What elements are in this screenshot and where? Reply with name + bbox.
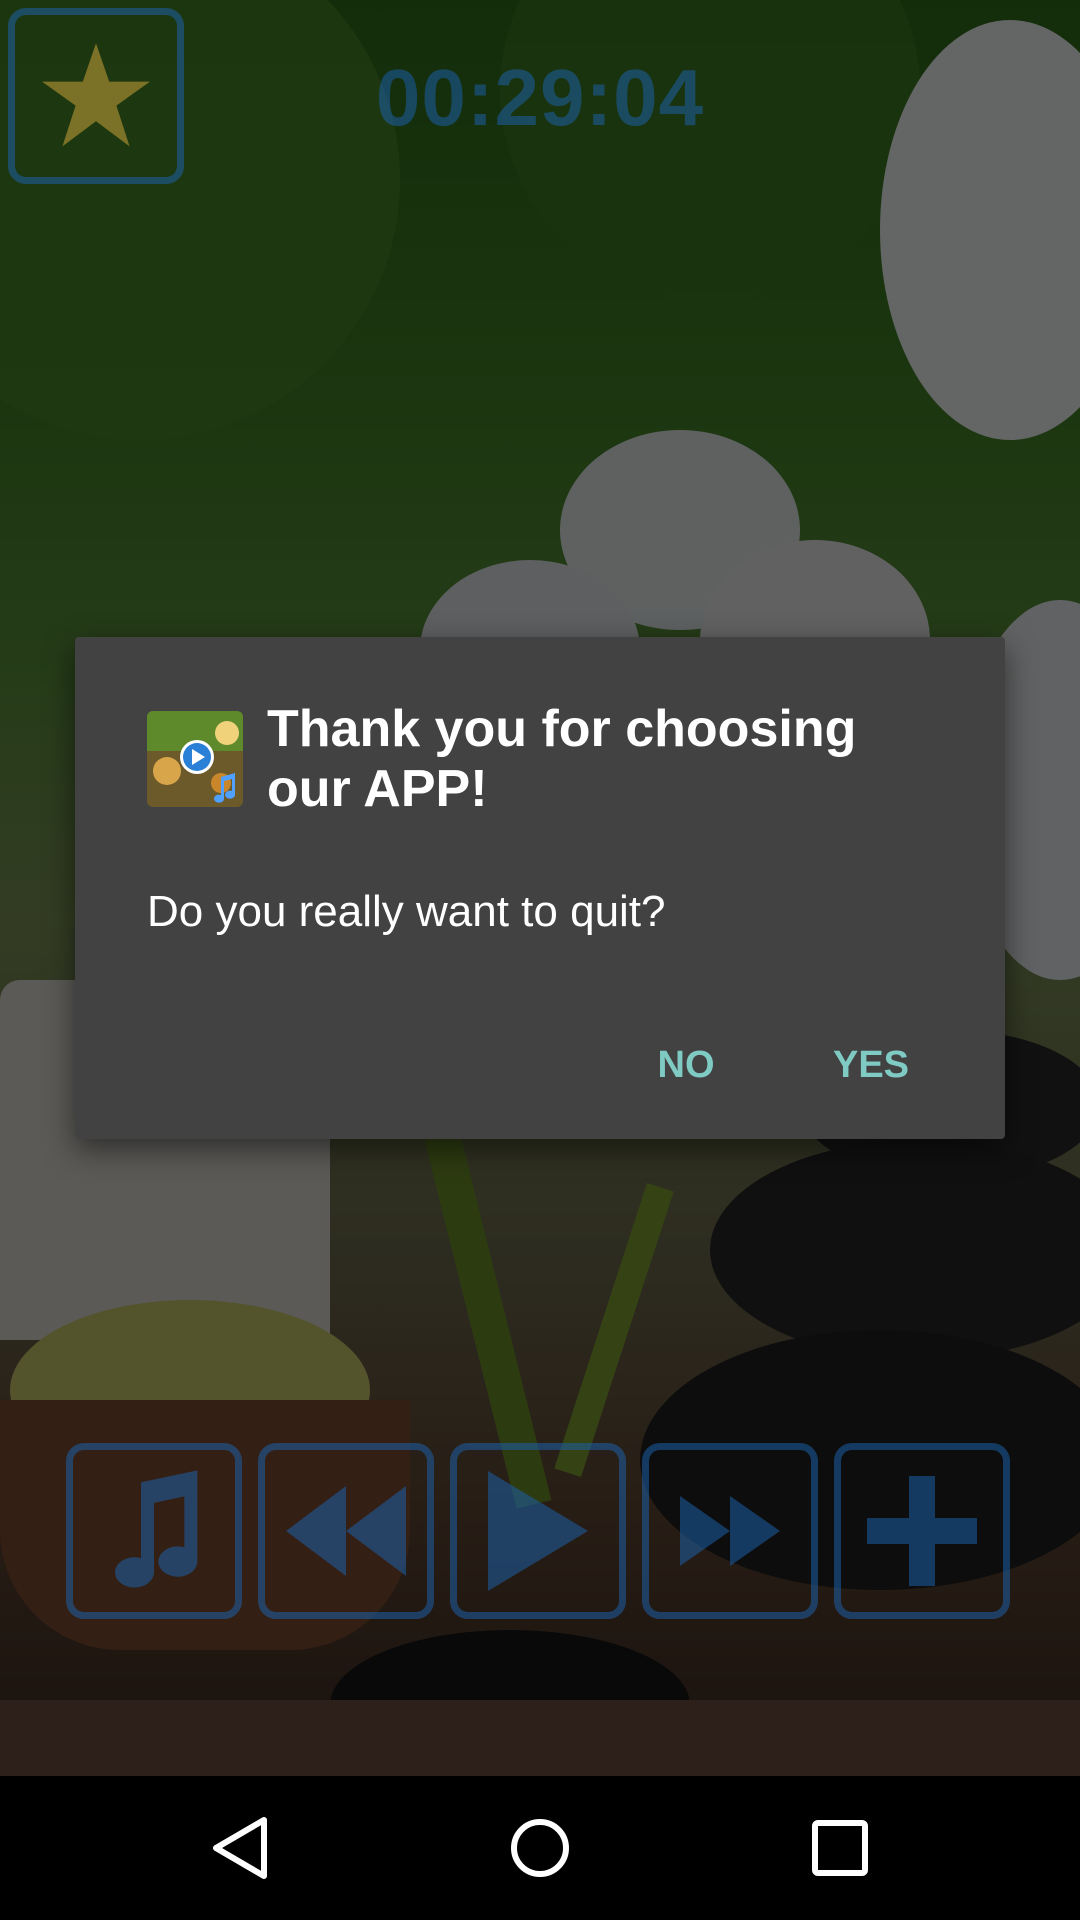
app-icon bbox=[147, 711, 243, 807]
favorite-button[interactable] bbox=[8, 8, 184, 184]
yes-button[interactable]: YES bbox=[795, 1017, 947, 1113]
fast-forward-button[interactable] bbox=[642, 1443, 818, 1619]
playlist-button[interactable] bbox=[66, 1443, 242, 1619]
app-screen: 00:29:04 Thank you for choosing our APP!… bbox=[0, 0, 1080, 1920]
timer-display: 00:29:04 bbox=[375, 53, 705, 142]
quit-dialog: Thank you for choosing our APP! Do you r… bbox=[75, 637, 1005, 1139]
rewind-icon bbox=[286, 1486, 406, 1576]
nav-recent-button[interactable] bbox=[780, 1798, 900, 1898]
fast-forward-icon bbox=[680, 1496, 780, 1566]
home-icon bbox=[511, 1819, 569, 1877]
nav-home-button[interactable] bbox=[480, 1798, 600, 1898]
play-button[interactable] bbox=[450, 1443, 626, 1619]
system-nav-bar bbox=[0, 1776, 1080, 1920]
recent-apps-icon bbox=[812, 1820, 868, 1876]
play-icon bbox=[488, 1471, 588, 1591]
rewind-button[interactable] bbox=[258, 1443, 434, 1619]
nav-back-button[interactable] bbox=[180, 1798, 300, 1898]
dialog-message: Do you really want to quit? bbox=[147, 887, 666, 936]
star-icon bbox=[42, 43, 150, 147]
plus-icon bbox=[867, 1476, 977, 1586]
back-icon bbox=[213, 1817, 267, 1879]
dialog-title: Thank you for choosing our APP! bbox=[267, 700, 857, 818]
no-button[interactable]: NO bbox=[615, 1017, 757, 1113]
music-note-icon bbox=[115, 1470, 198, 1588]
add-button[interactable] bbox=[834, 1443, 1010, 1619]
